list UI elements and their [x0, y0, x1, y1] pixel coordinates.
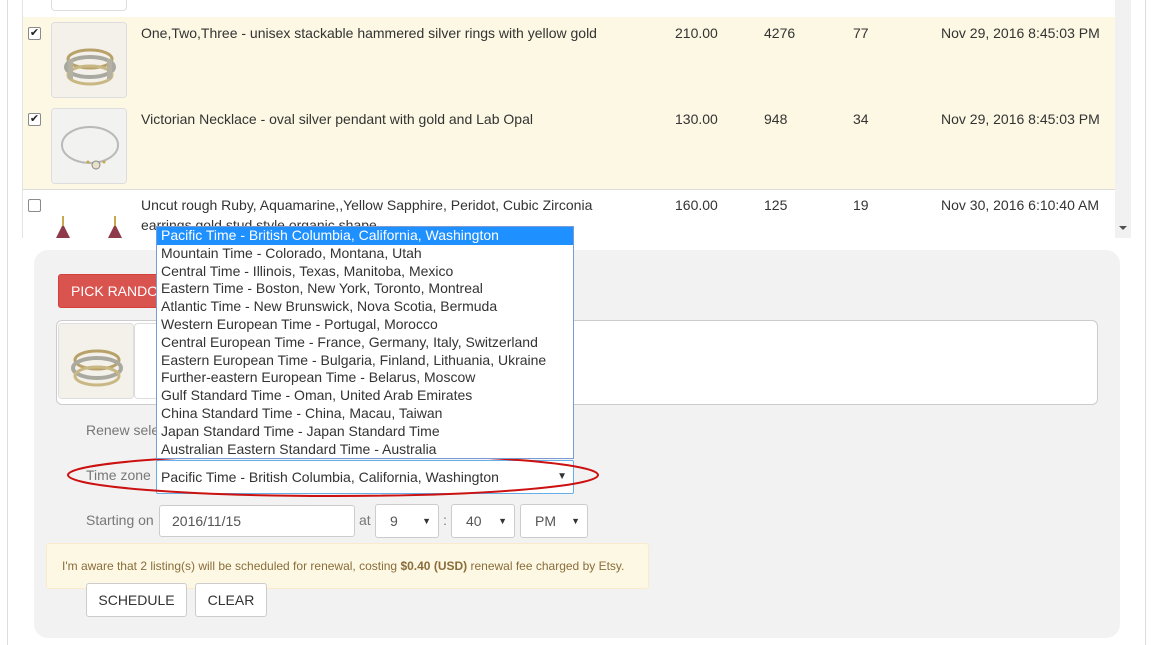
listing-views: 948 [764, 111, 788, 127]
timezone-option[interactable]: Atlantic Time - New Brunswick, Nova Scot… [157, 298, 573, 316]
ampm-value: PM [535, 513, 556, 529]
start-date-input[interactable]: 2016/11/15 [159, 505, 355, 537]
scroll-down-arrow-icon[interactable] [1119, 226, 1127, 230]
schedule-button[interactable]: SCHEDULE [86, 583, 187, 617]
chevron-down-icon: ▼ [498, 516, 507, 526]
listing-date: Nov 29, 2016 8:45:03 PM [941, 111, 1100, 127]
minute-value: 40 [466, 513, 482, 529]
listing-date: Nov 29, 2016 8:45:03 PM [941, 25, 1100, 41]
listing-price: 210.00 [675, 25, 718, 41]
timezone-selected-value: Pacific Time - British Columbia, Califor… [161, 469, 499, 485]
listing-thumbnail-necklace[interactable] [51, 108, 127, 184]
timezone-option[interactable]: Pacific Time - British Columbia, Califor… [157, 227, 573, 245]
timezone-dropdown-list[interactable]: Pacific Time - British Columbia, Califor… [156, 226, 574, 459]
starting-on-label: Starting on [86, 512, 154, 528]
pick-random-button[interactable]: PICK RANDOM [58, 274, 168, 308]
listing-thumbnail-earrings[interactable] [51, 194, 127, 238]
ampm-select[interactable]: PM ▼ [520, 504, 588, 538]
alert-text-suffix: renewal fee charged by Etsy. [467, 559, 625, 573]
timezone-option[interactable]: Central Time - Illinois, Texas, Manitoba… [157, 263, 573, 281]
timezone-select[interactable]: Pacific Time - British Columbia, Califor… [156, 460, 574, 494]
table-row-partial [23, 0, 1115, 18]
chevron-down-icon: ▼ [422, 516, 431, 526]
time-colon: : [443, 512, 447, 528]
selected-thumbnail-rings[interactable] [58, 323, 134, 399]
timezone-option[interactable]: Gulf Standard Time - Oman, United Arab E… [157, 387, 573, 405]
chevron-down-icon: ▼ [571, 516, 580, 526]
listing-favorites: 77 [853, 25, 869, 41]
listing-views: 125 [764, 197, 788, 213]
chevron-down-icon: ▼ [557, 471, 567, 482]
timezone-option[interactable]: Western European Time - Portugal, Morocc… [157, 316, 573, 334]
timezone-label: Time zone [86, 467, 151, 483]
row-checkbox[interactable] [28, 199, 41, 212]
listing-favorites: 19 [853, 197, 869, 213]
alert-text-prefix: I'm aware that 2 listing(s) will be sche… [62, 559, 401, 573]
listing-title[interactable]: Victorian Necklace - oval silver pendant… [141, 109, 641, 129]
timezone-option[interactable]: Japan Standard Time - Japan Standard Tim… [157, 423, 573, 441]
table-row[interactable]: ✔ Victorian Necklace - oval silver penda… [23, 103, 1115, 190]
row-checkbox[interactable]: ✔ [28, 27, 41, 40]
timezone-option[interactable]: Central European Time - France, Germany,… [157, 334, 573, 352]
timezone-option[interactable]: Further-eastern European Time - Belarus,… [157, 369, 573, 387]
timezone-option[interactable]: Mountain Time - Colorado, Montana, Utah [157, 245, 573, 263]
hour-select[interactable]: 9 ▼ [375, 504, 439, 538]
listing-thumbnail-rings[interactable] [51, 22, 127, 98]
alert-amount: $0.40 (USD) [400, 559, 468, 573]
clear-button[interactable]: CLEAR [195, 583, 267, 617]
renew-label: Renew selected [86, 422, 156, 438]
table-scrollbar[interactable] [1115, 0, 1131, 238]
listing-price: 130.00 [675, 111, 718, 127]
at-label: at [359, 512, 371, 528]
hour-value: 9 [390, 513, 398, 529]
minute-select[interactable]: 40 ▼ [451, 504, 515, 538]
listing-date: Nov 30, 2016 6:10:40 AM [941, 197, 1099, 213]
listings-table: ✔ One,Two,Three - unisex stackable hamme… [22, 0, 1115, 238]
timezone-option[interactable]: China Standard Time - China, Macau, Taiw… [157, 405, 573, 423]
row-checkbox[interactable]: ✔ [28, 113, 41, 126]
timezone-option[interactable]: Eastern Time - Boston, New York, Toronto… [157, 280, 573, 298]
timezone-option[interactable]: Eastern European Time - Bulgaria, Finlan… [157, 352, 573, 370]
listing-price: 160.00 [675, 197, 718, 213]
table-row[interactable]: ✔ One,Two,Three - unisex stackable hamme… [23, 17, 1115, 104]
listing-title[interactable]: One,Two,Three - unisex stackable hammere… [141, 23, 641, 43]
listing-favorites: 34 [853, 111, 869, 127]
page-border-left [7, 0, 8, 645]
timezone-option[interactable]: Australian Eastern Standard Time - Austr… [157, 441, 573, 458]
listing-views: 4276 [764, 25, 796, 41]
page-border-right [1145, 0, 1146, 645]
